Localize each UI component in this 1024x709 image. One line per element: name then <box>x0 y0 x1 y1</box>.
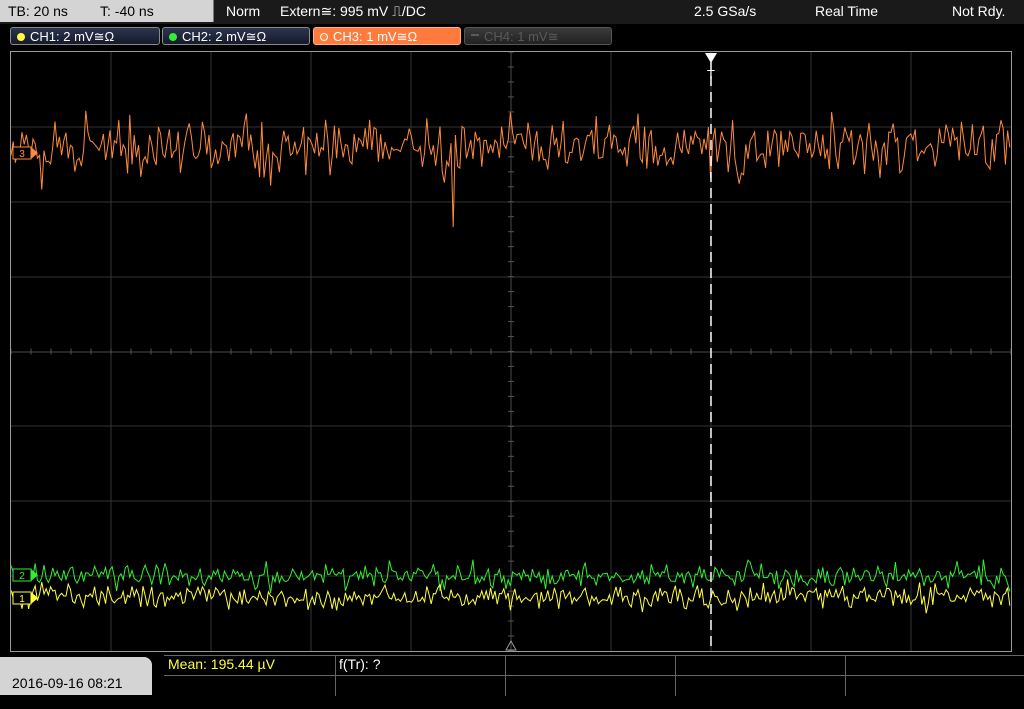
sample-rate[interactable]: 2.5 GSa/s <box>694 0 756 22</box>
measurement-table[interactable]: Mean: 195.44 µV f(Tr): ? <box>164 655 1024 696</box>
trigger-time-label: T: -40 ns <box>100 3 154 19</box>
date-time: 2016-09-16 08:21 <box>0 657 152 695</box>
channel-4-button[interactable]: CH4: 1 mV≅ <box>464 27 612 45</box>
waveform-display[interactable] <box>10 51 1012 652</box>
channel-1-label: CH1: 2 mV≅Ω <box>30 29 115 44</box>
timebase-label: TB: 20 ns <box>8 3 68 19</box>
channel-1-dot-icon <box>17 32 25 41</box>
trigger-source[interactable]: Extern≅: 995 mV ⎍/DC <box>280 0 426 22</box>
status-bar: TB: 20 ns T: -40 ns Norm Extern≅: 995 mV… <box>0 0 1024 24</box>
channel-4-off-icon <box>471 33 479 36</box>
channel-2-dot-icon <box>169 32 177 41</box>
mean-measurement: Mean: 195.44 µV <box>168 656 275 672</box>
frequency-measurement: f(Tr): ? <box>339 656 381 672</box>
waveform-plot <box>11 52 1011 651</box>
channel-4-label: CH4: 1 mV≅ <box>484 29 559 44</box>
channel-1-button[interactable]: CH1: 2 mV≅Ω <box>10 27 160 45</box>
channel-3-dot-icon <box>320 32 328 41</box>
measurement-bar: 2016-09-16 08:21 Mean: 195.44 µV f(Tr): … <box>0 655 1024 696</box>
ch3-waveform <box>11 110 1011 228</box>
channel-3-label: CH3: 1 mV≅Ω <box>333 29 418 44</box>
channel-3-button[interactable]: CH3: 1 mV≅Ω <box>313 27 461 45</box>
acquisition-mode[interactable]: Real Time <box>815 0 878 22</box>
trigger-mode[interactable]: Norm <box>226 0 260 22</box>
traces <box>11 110 1011 614</box>
trigger-status: Not Rdy. <box>952 3 1006 19</box>
timebase-panel[interactable]: TB: 20 ns T: -40 ns <box>0 0 214 22</box>
channel-2-label: CH2: 2 mV≅Ω <box>182 29 267 44</box>
channel-bar: CH1: 2 mV≅Ω CH2: 2 mV≅Ω CH3: 1 mV≅Ω CH4:… <box>0 24 1024 48</box>
channel-2-button[interactable]: CH2: 2 mV≅Ω <box>162 27 310 45</box>
